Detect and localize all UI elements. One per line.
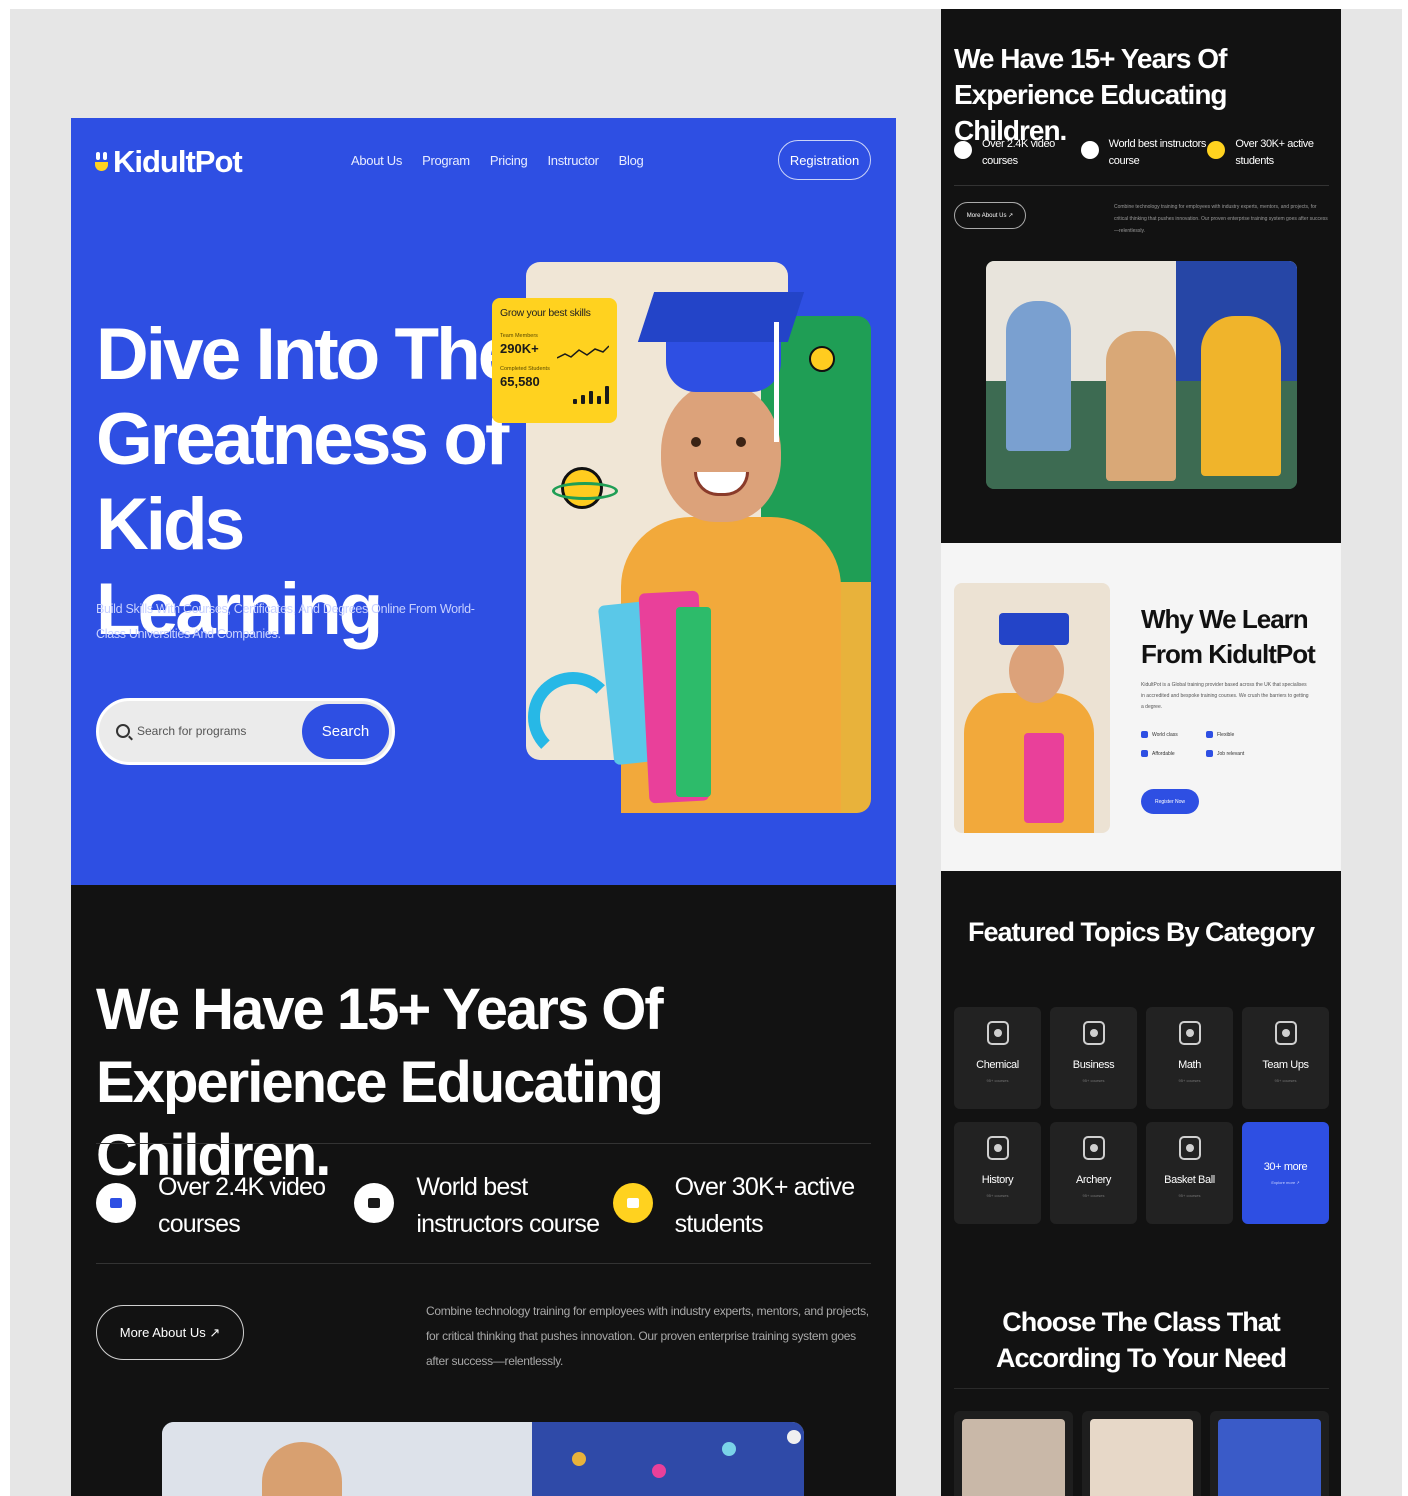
check-item: Job relevant — [1206, 750, 1271, 757]
check-item: Affordable — [1141, 750, 1206, 757]
certificate-icon — [1080, 141, 1099, 159]
register-now-button[interactable]: Register Now — [1141, 789, 1199, 814]
class-photo — [962, 1419, 1065, 1496]
landing-page: KidultPot About Us Program Pricing Instr… — [71, 118, 896, 1496]
category-card-business[interactable]: Business 95+ courses — [1050, 1007, 1137, 1109]
registration-button[interactable]: Registration — [778, 140, 871, 180]
logo-icon — [95, 149, 109, 175]
feature-item: Over 2.4K video courses — [96, 1169, 354, 1243]
lightbulb-icon — [809, 346, 835, 372]
experience-title: We Have 15+ Years Of Experience Educatin… — [96, 977, 664, 1188]
divider — [96, 1143, 871, 1144]
hero-section: KidultPot About Us Program Pricing Instr… — [71, 118, 896, 885]
students-icon — [612, 1183, 653, 1223]
checkbox-icon — [1141, 731, 1148, 738]
category-card-archery[interactable]: Archery 95+ courses — [1050, 1122, 1137, 1224]
main-nav: About Us Program Pricing Instructor Blog — [351, 153, 644, 168]
bar-chart-icon — [573, 386, 609, 404]
experience-section: We Have 15+ Years Of Experience Educatin… — [71, 885, 896, 1496]
why-description: KidultPot is a Global training provider … — [1141, 682, 1309, 710]
feature-item: World best instructors course — [1080, 136, 1208, 170]
side-experience-section: We Have 15+ Years Of Experience Educatin… — [941, 9, 1341, 543]
logo[interactable]: KidultPot — [95, 144, 243, 180]
check-item: World class — [1141, 731, 1206, 738]
search-icon — [116, 724, 130, 738]
nav-instructor[interactable]: Instructor — [547, 153, 598, 168]
class-card[interactable] — [1210, 1411, 1329, 1496]
side-more-about-us-button[interactable]: More About Us ↗ — [954, 202, 1026, 229]
hero-subtitle: Build Skills With Courses, Certificates,… — [96, 602, 475, 641]
video-icon — [96, 1183, 136, 1223]
divider — [96, 1263, 871, 1264]
feature-item: World best instructors course — [354, 1169, 612, 1243]
class-photo — [1090, 1419, 1193, 1496]
showcase-canvas: KidultPot About Us Program Pricing Instr… — [10, 9, 1402, 1496]
students-icon — [1207, 141, 1226, 159]
classroom-photo — [162, 1422, 804, 1496]
stats-card-title: Grow your best skills — [500, 307, 591, 319]
graduation-cap-icon — [637, 292, 805, 342]
nav-blog[interactable]: Blog — [619, 153, 644, 168]
topics-section: Featured Topics By Category Chemical 95+ … — [941, 871, 1341, 1496]
trophy-icon — [986, 1136, 1009, 1160]
class-photo — [1218, 1419, 1321, 1496]
stats-card: Grow your best skills Team Members 290K+… — [492, 298, 617, 423]
calculator-icon — [1178, 1021, 1201, 1045]
chart-icon — [1082, 1021, 1105, 1045]
planet-icon — [552, 467, 618, 509]
certificate-icon — [354, 1183, 395, 1223]
logo-text: KidultPot — [113, 144, 243, 179]
kid-photo — [954, 583, 1110, 833]
category-card-math[interactable]: Math 95+ courses — [1146, 1007, 1233, 1109]
more-about-us-button[interactable]: More About Us ↗ — [96, 1305, 244, 1360]
nav-program[interactable]: Program — [422, 153, 470, 168]
target-icon — [1082, 1136, 1105, 1160]
topics-title: Featured Topics By Category — [967, 917, 1315, 947]
side-experience-title: We Have 15+ Years Of Experience Educatin… — [954, 43, 1228, 146]
feature-item: Over 30K+ active students — [1207, 136, 1334, 170]
search-bar: Search — [96, 698, 395, 765]
kid-photo — [661, 382, 781, 522]
video-icon — [954, 141, 972, 159]
about-description: Combine technology training for employee… — [426, 1304, 869, 1368]
team-icon — [1274, 1021, 1297, 1045]
checkbox-icon — [1206, 731, 1213, 738]
feature-list: Over 2.4K video courses World best instr… — [96, 1169, 871, 1243]
category-card-team-ups[interactable]: Team Ups 95+ courses — [1242, 1007, 1329, 1109]
feature-item: Over 2.4K video courses — [954, 136, 1081, 170]
ball-icon — [1178, 1136, 1201, 1160]
explore-more-link[interactable]: Explore more ↗ — [1271, 1180, 1299, 1185]
trend-line-icon — [557, 345, 609, 359]
side-about-description: Combine technology training for employee… — [1114, 204, 1328, 234]
checkbox-icon — [1206, 750, 1213, 757]
why-section: Why We Learn From KidultPot KidultPot is… — [941, 543, 1341, 871]
checkbox-icon — [1141, 750, 1148, 757]
classroom-photo — [986, 261, 1297, 489]
nav-pricing[interactable]: Pricing — [490, 153, 528, 168]
class-card[interactable] — [1082, 1411, 1201, 1496]
side-feature-list: Over 2.4K video courses World best instr… — [954, 136, 1334, 170]
search-button[interactable]: Search — [302, 704, 389, 759]
category-grid: Chemical 95+ courses Business 95+ courses … — [954, 1007, 1329, 1224]
nav-about-us[interactable]: About Us — [351, 153, 402, 168]
telescope-icon — [528, 672, 618, 762]
category-card-more[interactable]: 30+ more Explore more ↗ — [1242, 1122, 1329, 1224]
preview-column: We Have 15+ Years Of Experience Educatin… — [941, 9, 1341, 1496]
check-item: Flexible — [1206, 731, 1271, 738]
classes-title: Choose The Class That According To Your … — [995, 1307, 1287, 1373]
feature-item: Over 30K+ active students — [612, 1169, 871, 1243]
class-card-list — [954, 1411, 1329, 1496]
category-card-basket-ball[interactable]: Basket Ball 95+ courses — [1146, 1122, 1233, 1224]
category-card-chemical[interactable]: Chemical 95+ courses — [954, 1007, 1041, 1109]
category-card-history[interactable]: History 95+ courses — [954, 1122, 1041, 1224]
atom-icon — [986, 1021, 1009, 1045]
why-checklist: World class Flexible Affordable Job rele… — [1141, 731, 1271, 757]
class-card[interactable] — [954, 1411, 1073, 1496]
why-title: Why We Learn From KidultPot — [1141, 604, 1316, 669]
search-input[interactable] — [137, 717, 297, 745]
